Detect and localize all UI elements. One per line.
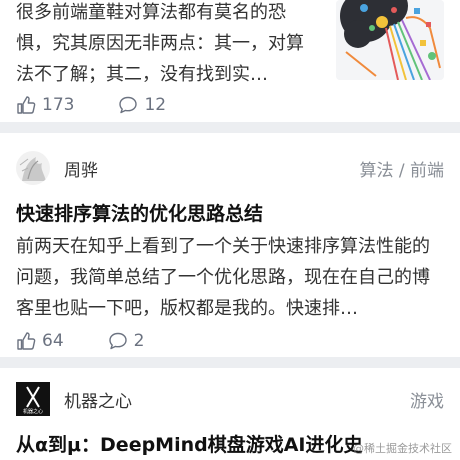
watermark: @稀土掘金技术社区 [353, 442, 452, 455]
article-excerpt: 前两天在知乎上看到了一个关于快速排序算法性能的问题，我简单总结了一个优化思路，现… [16, 236, 430, 319]
comment-icon [119, 96, 138, 114]
like-count: 64 [42, 331, 64, 351]
like-button[interactable]: 173 [16, 95, 74, 115]
article-card[interactable]: 很多前端童鞋对算法都有莫名的恐惧，究其原因无非两点：其一，对算法不了解；其二，没… [0, 0, 460, 122]
author-name[interactable]: 周骅 [64, 156, 98, 181]
article-excerpt: 很多前端童鞋对算法都有莫名的恐惧，究其原因无非两点：其一，对算法不了解；其二，没… [16, 2, 304, 85]
comment-icon [108, 332, 127, 350]
comment-button[interactable]: 2 [108, 331, 145, 351]
like-count: 173 [42, 95, 75, 115]
article-stats: 173 12 [16, 95, 210, 115]
avatar[interactable]: 机器之心 [16, 382, 50, 416]
avatar[interactable] [16, 151, 50, 185]
article-thumbnail [336, 0, 444, 80]
comment-count: 12 [144, 95, 167, 115]
article-card[interactable]: 机器之心 机器之心 游戏 从α到μ：DeepMind棋盘游戏AI进化史 @稀土掘… [0, 368, 460, 460]
article-title[interactable]: 从α到μ：DeepMind棋盘游戏AI进化史 [16, 430, 363, 457]
article-card[interactable]: 周骅 算法 / 前端 快速排序算法的优化思路总结 前两天在知乎上看到了一个关于快… [0, 133, 460, 357]
thumbs-up-icon [17, 332, 36, 350]
author-row: 周骅 算法 / 前端 [16, 151, 444, 185]
comment-button[interactable]: 12 [118, 95, 166, 115]
author-row: 机器之心 机器之心 游戏 [16, 382, 444, 416]
article-tags[interactable]: 游戏 [410, 387, 444, 412]
author-name[interactable]: 机器之心 [64, 387, 132, 412]
article-title[interactable]: 快速排序算法的优化思路总结 [16, 199, 263, 226]
article-tags[interactable]: 算法 / 前端 [359, 156, 444, 181]
article-stats: 64 2 [16, 331, 188, 351]
avatar-text: 机器之心 [23, 408, 43, 415]
thumbs-up-icon [17, 96, 36, 114]
like-button[interactable]: 64 [16, 331, 64, 351]
comment-count: 2 [133, 331, 145, 351]
